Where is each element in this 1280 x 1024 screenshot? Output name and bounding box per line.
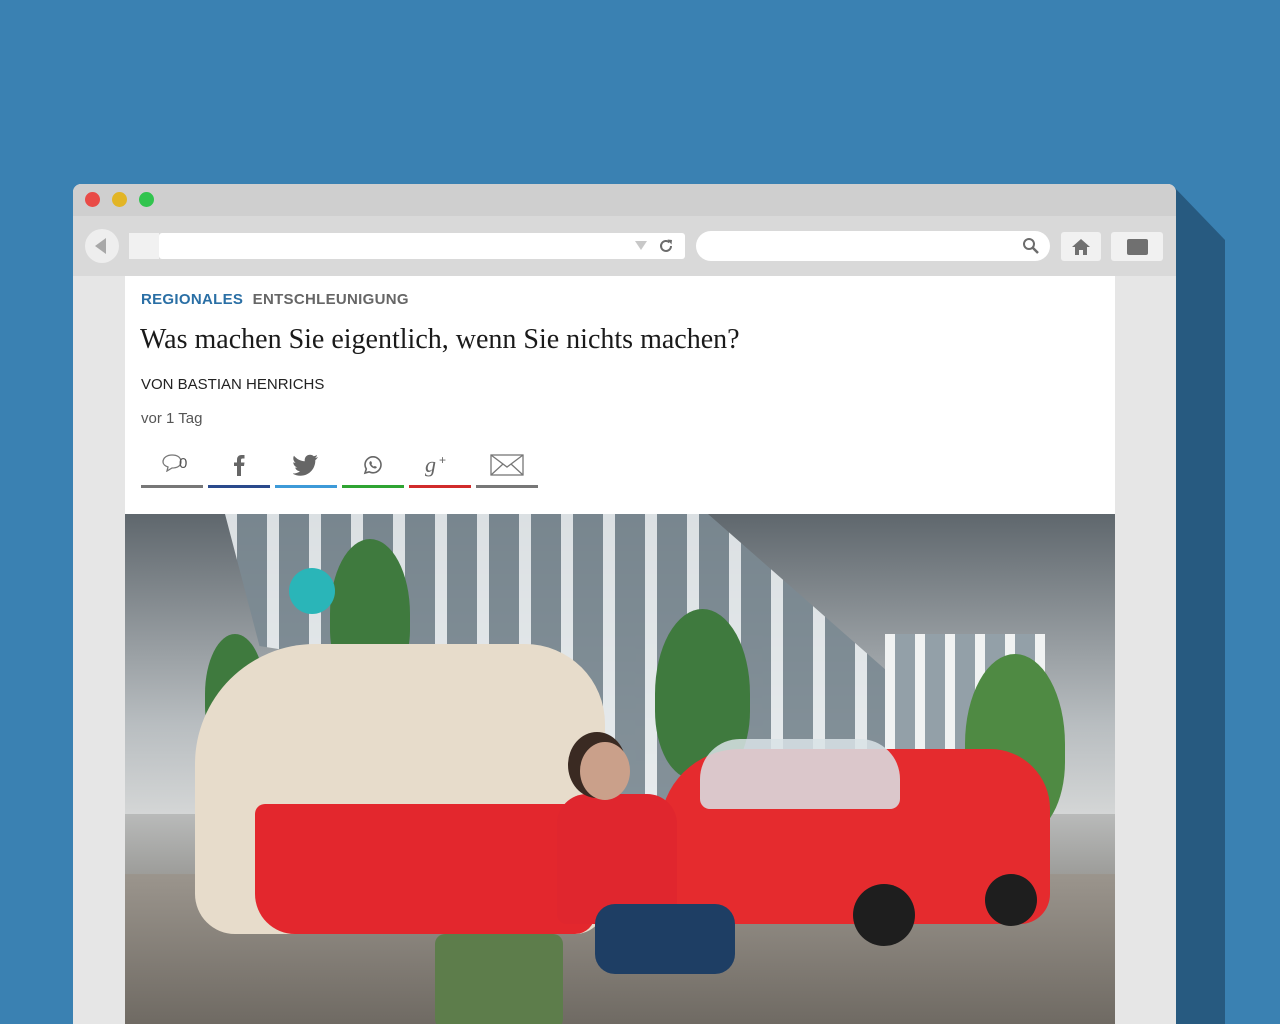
hero-caravan-red [255, 804, 595, 934]
category-link[interactable]: REGIONALES [141, 291, 243, 308]
hero-caravan [195, 644, 605, 934]
google-plus-share-button[interactable]: g + [409, 446, 471, 488]
svg-text:g: g [425, 454, 436, 477]
facebook-share-button[interactable] [208, 446, 270, 488]
article-byline: VON BASTIAN HENRICHS [141, 376, 325, 393]
subcategory-label: ENTSCHLEUNIGUNG [252, 291, 409, 308]
article-page: REGIONALES ENTSCHLEUNIGUNG Was machen Si… [125, 276, 1115, 1024]
facebook-underline [208, 485, 270, 488]
svg-text:+: + [439, 454, 446, 467]
email-underline [476, 485, 538, 488]
google-plus-icon: g + [425, 454, 446, 477]
article-date: vor 1 Tag [141, 410, 203, 427]
reload-icon[interactable] [657, 237, 675, 255]
back-button[interactable] [85, 229, 119, 263]
whatsapp-underline [342, 485, 404, 488]
browser-window: REGIONALES ENTSCHLEUNIGUNG Was machen Si… [73, 184, 1176, 1024]
twitter-share-button[interactable] [275, 446, 337, 488]
search-bar[interactable] [696, 231, 1050, 261]
google-plus-underline [409, 485, 471, 488]
tabs-button[interactable] [1111, 232, 1163, 261]
maximize-window-button[interactable] [139, 192, 154, 207]
browser-toolbar [73, 216, 1176, 276]
hero-suitcase [435, 934, 563, 1024]
close-window-button[interactable] [85, 192, 100, 207]
hero-car-roof [700, 739, 900, 809]
whatsapp-share-button[interactable] [342, 446, 404, 488]
email-icon [490, 454, 524, 476]
search-icon[interactable] [1022, 237, 1040, 255]
hero-person-legs [595, 904, 735, 974]
tabs-icon [1126, 238, 1148, 255]
article-hero-image [125, 514, 1115, 1024]
minimize-window-button[interactable] [112, 192, 127, 207]
twitter-underline [275, 485, 337, 488]
comments-underline [141, 485, 203, 488]
home-button[interactable] [1061, 232, 1101, 261]
dropdown-icon[interactable] [635, 241, 647, 250]
address-bar[interactable] [129, 233, 685, 259]
back-arrow-icon [95, 238, 106, 254]
article-kicker: REGIONALES ENTSCHLEUNIGUNG [141, 291, 409, 308]
address-bar-left-cap [129, 233, 159, 259]
comments-button[interactable]: 0 [141, 446, 203, 488]
title-bar [73, 184, 1176, 216]
hero-person-head [580, 742, 630, 800]
hero-lantern [289, 568, 335, 614]
email-share-button[interactable] [476, 446, 538, 488]
twitter-icon [293, 454, 318, 476]
hero-car-wheel [853, 884, 915, 946]
home-icon [1072, 238, 1090, 255]
article-headline: Was machen Sie eigentlich, wenn Sie nich… [140, 324, 740, 355]
facebook-icon [234, 455, 245, 476]
comment-count: 0 [179, 455, 188, 472]
whatsapp-icon [363, 455, 382, 475]
hero-car-wheel [985, 874, 1037, 926]
